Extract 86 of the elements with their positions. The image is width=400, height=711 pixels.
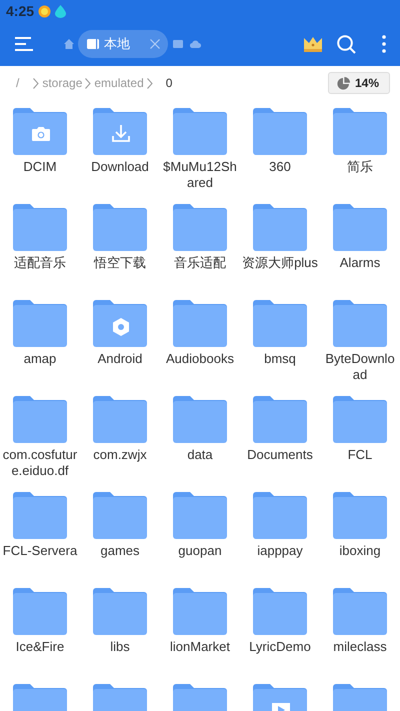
cloud-icon[interactable] xyxy=(190,40,201,48)
folder-icon[interactable] xyxy=(333,588,387,635)
crown-icon[interactable] xyxy=(304,36,322,52)
folder-icon[interactable] xyxy=(333,204,387,251)
folder-icon[interactable] xyxy=(93,492,147,539)
folder-name: 适配音乐 xyxy=(13,255,67,271)
folder-icon[interactable] xyxy=(253,204,307,251)
folder-name: iapppay xyxy=(256,543,304,559)
folder-icon[interactable] xyxy=(93,588,147,635)
folder-icon[interactable] xyxy=(253,588,307,635)
folder-icon[interactable] xyxy=(333,108,387,155)
breadcrumb-item[interactable]: 0 xyxy=(166,74,172,92)
pie-chart-icon xyxy=(336,76,350,90)
close-icon[interactable] xyxy=(150,39,160,49)
folder-name: 简乐 xyxy=(346,159,374,175)
gear-icon xyxy=(113,318,129,336)
folder-icon[interactable] xyxy=(253,108,307,155)
folder-name: 音乐适配 xyxy=(173,255,227,271)
folder-icon[interactable] xyxy=(333,492,387,539)
folder-icon[interactable] xyxy=(173,396,227,443)
chevron-icon xyxy=(33,78,40,88)
status-time: 4:25 xyxy=(6,2,34,20)
folder-name: mileclass xyxy=(332,639,388,655)
folder-icon[interactable] xyxy=(93,396,147,443)
folder-name: Android xyxy=(96,351,144,367)
folder-name: libs xyxy=(109,639,131,655)
folder-icon[interactable] xyxy=(173,108,227,155)
folder-icon[interactable] xyxy=(13,588,67,635)
search-icon[interactable] xyxy=(337,34,356,54)
drop-icon xyxy=(55,4,66,18)
folder-name: Documents xyxy=(246,447,314,463)
folder-name: lionMarket xyxy=(169,639,231,655)
folder-icon[interactable] xyxy=(13,396,67,443)
chat-icon[interactable] xyxy=(173,40,183,48)
folder-icon[interactable] xyxy=(253,300,307,347)
breadcrumb-item[interactable]: / xyxy=(16,74,20,92)
folder-name: Download xyxy=(90,159,150,175)
play-icon xyxy=(272,703,290,711)
folder-icon[interactable] xyxy=(93,204,147,251)
folder-name: DCIM xyxy=(22,159,58,175)
folder-name: Audiobooks xyxy=(165,351,235,367)
folder-icon[interactable] xyxy=(333,300,387,347)
folder-name: com.zwjx xyxy=(92,447,148,463)
folder-name: ByteDownload xyxy=(324,351,396,383)
folder-icon[interactable] xyxy=(173,204,227,251)
folder-name: 360 xyxy=(268,159,292,175)
folder-name: com.cosfuture.eiduo.df xyxy=(2,447,78,479)
folder-icon[interactable] xyxy=(173,300,227,347)
folder-name: games xyxy=(99,543,141,559)
card-icon xyxy=(87,39,99,49)
breadcrumb-item[interactable]: emulated xyxy=(94,74,144,92)
folder-icon[interactable] xyxy=(93,108,147,155)
folder-name: FCL-Servera xyxy=(2,543,78,559)
more-icon[interactable] xyxy=(382,35,386,53)
folder-name: 悟空下载 xyxy=(92,255,147,271)
folder-icon[interactable] xyxy=(93,300,147,347)
chevron-icon xyxy=(85,78,92,88)
folder-icon[interactable] xyxy=(13,492,67,539)
breadcrumb-item[interactable]: storage xyxy=(42,74,82,92)
home-icon[interactable] xyxy=(64,39,74,49)
folder-icon[interactable] xyxy=(13,108,67,155)
chevron-icon xyxy=(146,78,153,88)
folder-name: 资源大师plus xyxy=(242,255,318,271)
folder-name: Alarms xyxy=(338,255,382,271)
tab-label: 本地 xyxy=(104,35,130,54)
folder-icon[interactable] xyxy=(253,492,307,539)
folder-name: $MuMu12Shared xyxy=(162,159,238,191)
folder-icon[interactable] xyxy=(173,588,227,635)
folder-name: iboxing xyxy=(338,543,382,559)
folder-icon[interactable] xyxy=(13,204,67,251)
folder-icon[interactable] xyxy=(253,396,307,443)
folder-name: bmsq xyxy=(263,351,297,367)
folder-name: data xyxy=(186,447,214,463)
folder-name: FCL xyxy=(346,447,374,463)
folder-icon[interactable] xyxy=(173,492,227,539)
download-icon xyxy=(112,124,130,142)
folder-icon[interactable] xyxy=(13,300,67,347)
folder-name: guopan xyxy=(177,543,223,559)
menu-icon[interactable] xyxy=(14,36,34,52)
app-icon xyxy=(38,4,52,18)
folder-icon[interactable] xyxy=(333,396,387,443)
folder-name: amap xyxy=(22,351,58,367)
folder-name: LyricDemo xyxy=(248,639,312,655)
folder-name: Ice&Fire xyxy=(14,639,66,655)
storage-badge[interactable]: 14% xyxy=(328,72,390,94)
location-tab[interactable]: 本地 xyxy=(78,30,168,58)
